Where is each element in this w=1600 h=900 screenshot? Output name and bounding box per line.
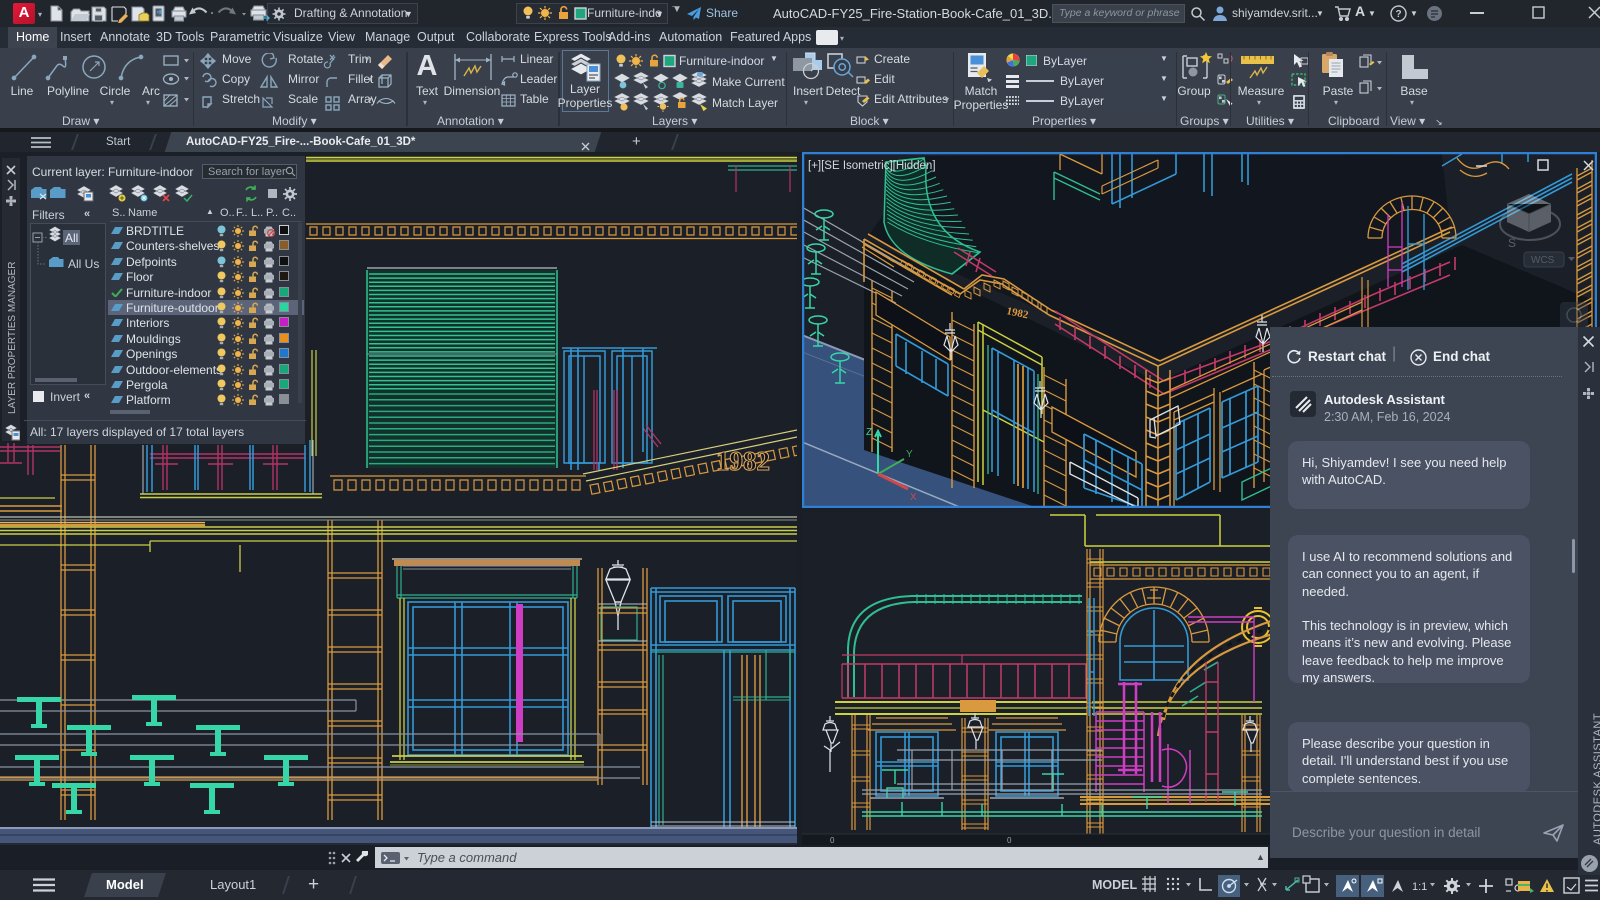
svg-text:0: 0 — [830, 836, 835, 845]
svg-text:All: All — [65, 231, 78, 245]
svg-text:LAYER PROPERTIES MANAGER: LAYER PROPERTIES MANAGER — [7, 262, 18, 414]
svg-text:X: X — [910, 492, 917, 503]
svg-text:?: ? — [1396, 9, 1402, 20]
svg-text:[+][SE Isometric][Hidden]: [+][SE Isometric][Hidden] — [808, 160, 936, 172]
svg-text:0: 0 — [1007, 836, 1012, 845]
svg-text:1:1: 1:1 — [1412, 881, 1427, 893]
svg-text:Y: Y — [906, 449, 913, 460]
svg-text:Z: Z — [866, 427, 872, 438]
svg-text:All Us: All Us — [68, 257, 99, 271]
svg-text:WCS: WCS — [1531, 255, 1555, 266]
svg-text:1982: 1982 — [716, 446, 770, 476]
svg-text:S: S — [1508, 236, 1516, 250]
